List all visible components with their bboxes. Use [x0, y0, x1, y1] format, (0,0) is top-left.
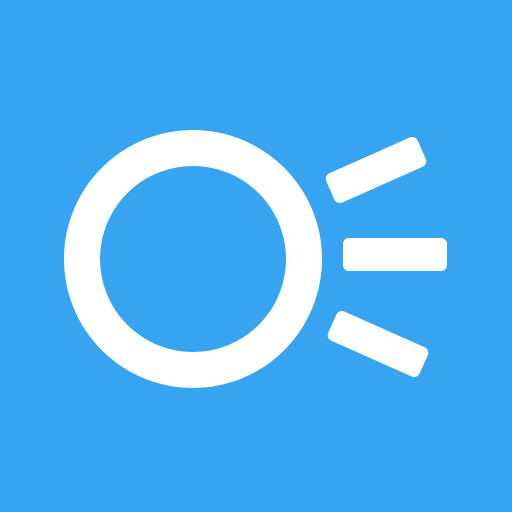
- ray-middle-icon: [343, 238, 447, 271]
- circle-with-rays-logo-icon: [0, 0, 512, 512]
- app-icon: [0, 0, 512, 512]
